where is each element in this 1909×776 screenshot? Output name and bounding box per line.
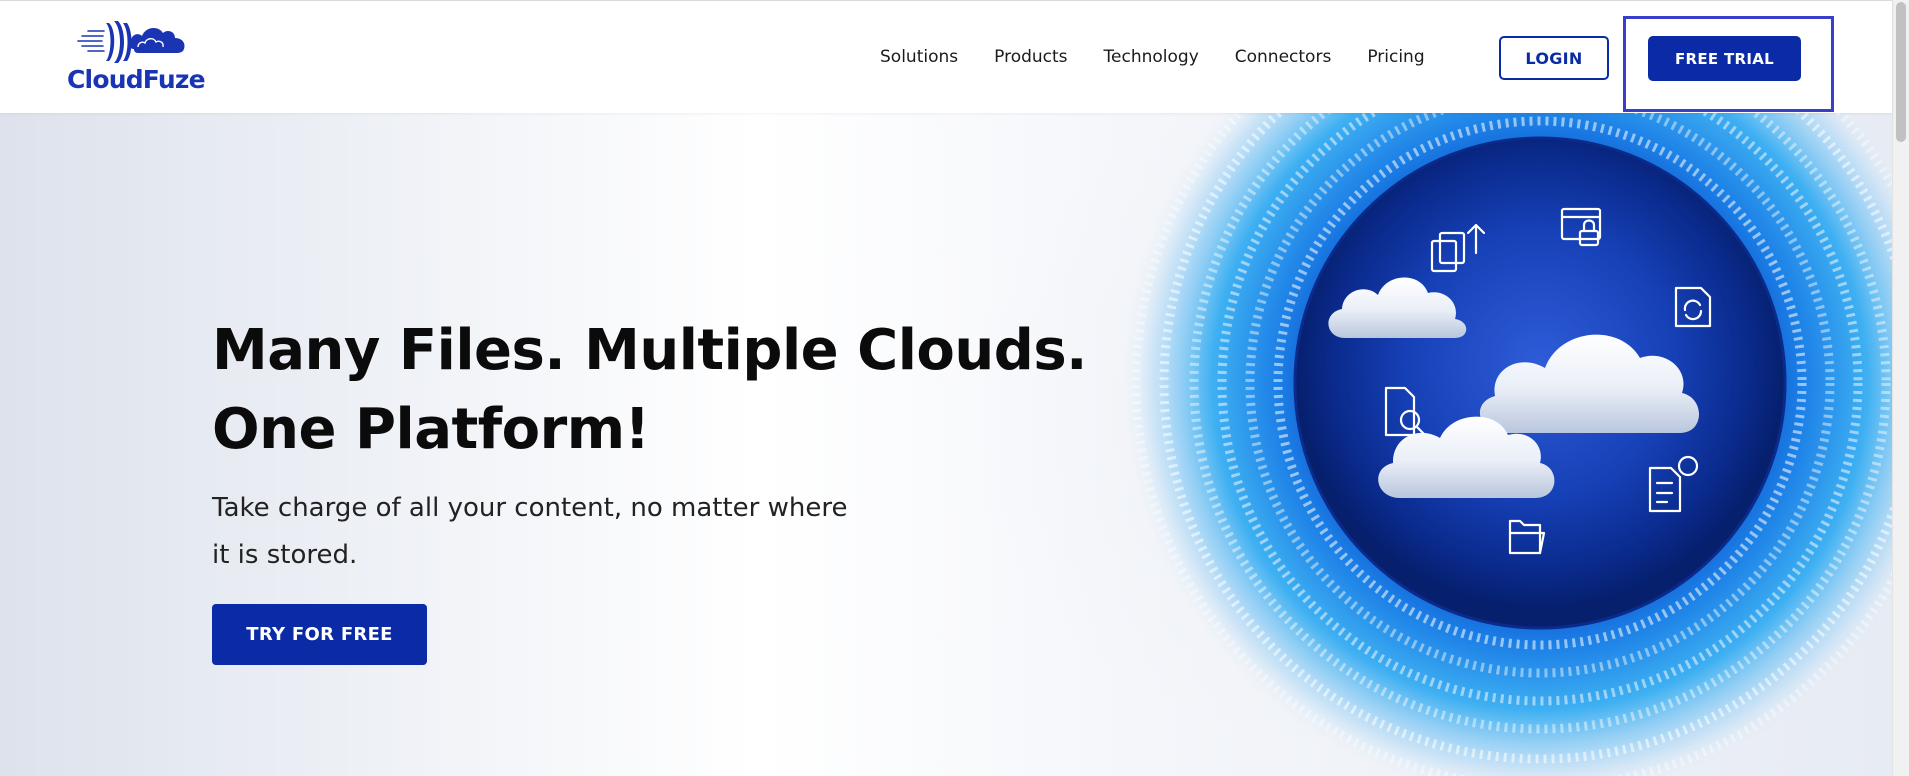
hero-subtitle: Take charge of all your content, no matt… xyxy=(212,493,848,570)
free-trial-button[interactable]: FREE TRIAL xyxy=(1648,36,1801,81)
login-button[interactable]: LOGIN xyxy=(1499,36,1609,80)
hero-section: Many Files. Multiple Clouds. One Platfor… xyxy=(0,113,1892,776)
hero-illustration xyxy=(1120,113,1892,776)
nav-item-technology[interactable]: Technology xyxy=(1104,47,1199,67)
try-for-free-button[interactable]: TRY FOR FREE xyxy=(212,604,427,665)
site-header: CloudFuze Solutions Products Technology … xyxy=(0,0,1892,113)
page-scrollbar[interactable] xyxy=(1892,0,1909,776)
nav-item-products[interactable]: Products xyxy=(994,47,1067,67)
nav-item-pricing[interactable]: Pricing xyxy=(1367,47,1424,67)
nav-item-solutions[interactable]: Solutions xyxy=(880,47,958,67)
scrollbar-thumb[interactable] xyxy=(1896,2,1906,142)
hero-headline: Many Files. Multiple Clouds. One Platfor… xyxy=(212,311,1112,469)
headline-line-1: Many Files. Multiple Clouds. xyxy=(212,318,1087,383)
page: CloudFuze Solutions Products Technology … xyxy=(0,0,1909,776)
headline-line-2: One Platform! xyxy=(212,397,650,462)
logo[interactable]: CloudFuze xyxy=(66,19,206,95)
logo-cloud-icon xyxy=(77,21,185,63)
main-nav: Solutions Products Technology Connectors… xyxy=(880,45,1425,69)
nav-item-connectors[interactable]: Connectors xyxy=(1235,47,1332,67)
logo-wordmark: CloudFuze xyxy=(67,65,206,94)
